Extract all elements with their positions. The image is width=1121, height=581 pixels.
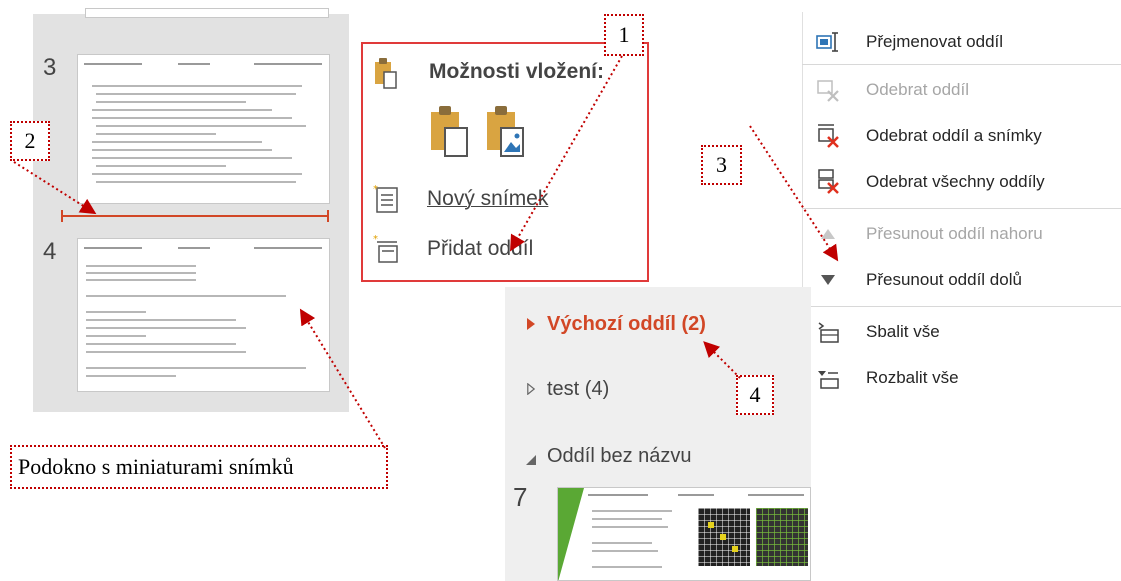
annotation-arrows — [13, 55, 839, 449]
